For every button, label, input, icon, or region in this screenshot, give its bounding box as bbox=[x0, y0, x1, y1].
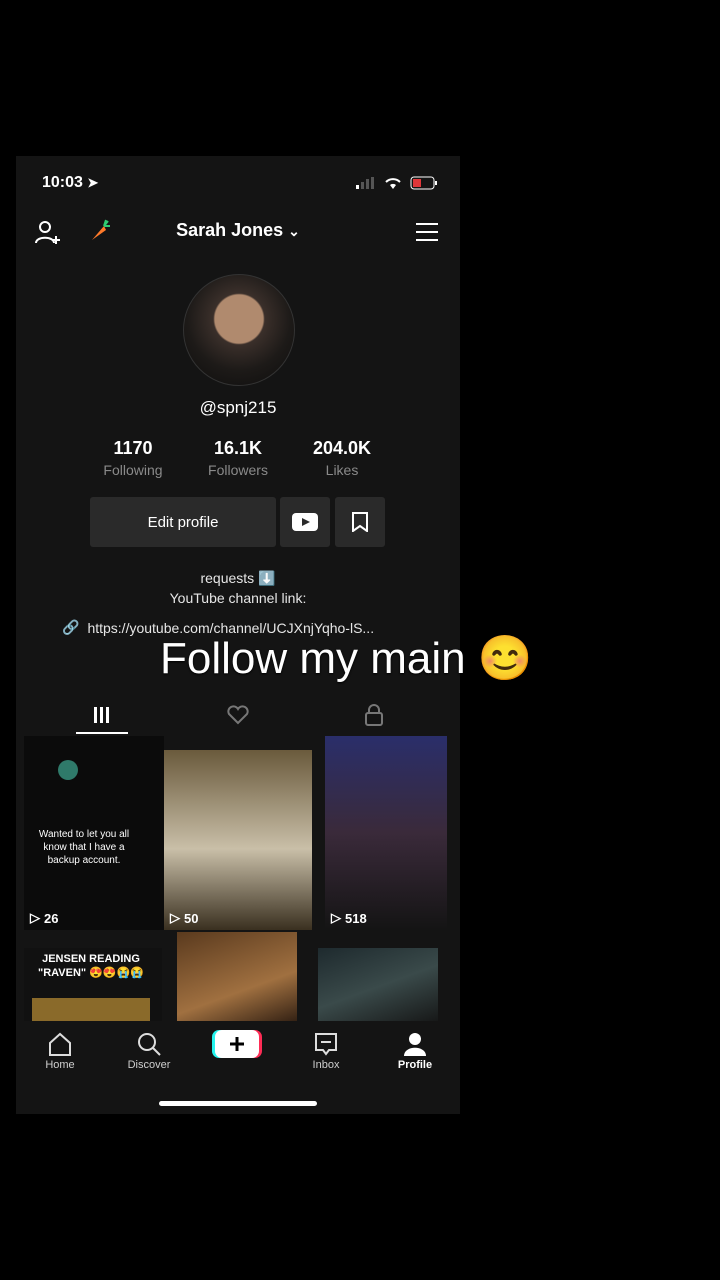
tab-liked[interactable] bbox=[164, 696, 312, 734]
grid-icon bbox=[94, 707, 109, 723]
stat-label: Following bbox=[103, 462, 163, 478]
bio-line-1: requests ⬇️ bbox=[200, 570, 276, 586]
thumb-avatar-image bbox=[58, 760, 78, 780]
profile-icon bbox=[404, 1033, 426, 1056]
profile-tabs bbox=[16, 696, 460, 734]
view-count-text: 518 bbox=[345, 910, 367, 926]
stat-value: 16.1K bbox=[213, 438, 263, 458]
stat-value: 1170 bbox=[113, 438, 153, 458]
nav-label: Home bbox=[45, 1059, 75, 1071]
stat-label: Likes bbox=[325, 462, 359, 478]
bookmark-icon bbox=[352, 512, 368, 532]
profile-handle: @spnj215 bbox=[199, 398, 277, 417]
edit-profile-button[interactable]: Edit profile bbox=[90, 497, 276, 547]
link-icon: 🔗 bbox=[62, 619, 80, 635]
lock-icon bbox=[365, 704, 383, 726]
home-icon bbox=[49, 1032, 71, 1056]
youtube-button[interactable] bbox=[280, 497, 330, 547]
chevron-down-icon: ⌄ bbox=[288, 223, 300, 239]
battery-icon bbox=[410, 176, 437, 190]
avatar[interactable] bbox=[183, 274, 295, 386]
nav-label: Discover bbox=[127, 1059, 171, 1071]
view-count: ▷ 518 bbox=[331, 910, 367, 926]
video-thumbnail[interactable]: JENSEN READING "RAVEN" 😍😍😭😭 bbox=[24, 948, 162, 1026]
nav-home[interactable]: Home bbox=[16, 1029, 104, 1071]
tab-videos[interactable] bbox=[28, 696, 176, 734]
video-caption: Wanted to let you all know that I have a… bbox=[38, 829, 130, 866]
nav-profile[interactable]: Profile bbox=[371, 1029, 459, 1071]
create-video-button[interactable] bbox=[193, 1029, 281, 1059]
play-icon: ▷ bbox=[170, 910, 180, 925]
stat-label: Followers bbox=[208, 462, 268, 478]
video-grid: Wanted to let you all know that I have a… bbox=[16, 736, 460, 1026]
status-icons bbox=[356, 176, 438, 190]
plus-icon bbox=[212, 1030, 262, 1058]
wifi-icon bbox=[385, 178, 401, 189]
video-thumbnail[interactable]: ▷ 50 bbox=[164, 750, 312, 930]
view-count: ▷ 26 bbox=[30, 910, 58, 926]
nav-inbox[interactable]: Inbox bbox=[282, 1029, 370, 1071]
location-arrow-icon: ➤ bbox=[87, 175, 99, 190]
tab-active-indicator bbox=[76, 732, 128, 734]
nav-label: Profile bbox=[397, 1059, 433, 1071]
favorites-button[interactable] bbox=[335, 497, 385, 547]
play-icon: ▷ bbox=[30, 910, 40, 925]
stat-following[interactable]: 1170 Following bbox=[83, 438, 183, 478]
stat-likes[interactable]: 204.0K Likes bbox=[292, 438, 392, 478]
nav-label: Inbox bbox=[312, 1059, 340, 1071]
heart-hidden-icon bbox=[227, 705, 249, 725]
profile-name-dropdown[interactable]: Sarah Jones ⌄ bbox=[16, 220, 460, 241]
youtube-icon bbox=[292, 513, 318, 531]
profile-name: Sarah Jones bbox=[176, 220, 284, 240]
status-time-text: 10:03 bbox=[42, 174, 83, 191]
view-count: ▷ 50 bbox=[170, 910, 198, 926]
stat-followers[interactable]: 16.1K Followers bbox=[188, 438, 288, 478]
video-thumbnail[interactable] bbox=[177, 932, 297, 1026]
video-thumbnail[interactable]: ▷ 518 bbox=[325, 736, 447, 930]
view-count-text: 50 bbox=[184, 910, 199, 926]
bio-line-2: YouTube channel link: bbox=[169, 590, 307, 606]
home-indicator bbox=[159, 1101, 317, 1106]
stat-value: 204.0K bbox=[312, 438, 372, 458]
tab-private[interactable] bbox=[300, 696, 448, 734]
video-thumbnail[interactable] bbox=[318, 948, 438, 1026]
search-icon bbox=[138, 1033, 161, 1056]
video-caption: JENSEN READING "RAVEN" 😍😍😭😭 bbox=[38, 953, 144, 979]
signal-icon bbox=[356, 177, 374, 189]
nav-discover[interactable]: Discover bbox=[105, 1029, 193, 1071]
bottom-nav: Home Discover Inbox Profile bbox=[16, 1021, 460, 1114]
play-icon: ▷ bbox=[331, 910, 341, 925]
status-time: 10:03 ➤ bbox=[42, 174, 98, 192]
view-count-text: 26 bbox=[44, 910, 59, 926]
overlay-caption: Follow my main 😊 bbox=[160, 634, 533, 683]
menu-icon[interactable] bbox=[416, 222, 440, 242]
video-thumbnail[interactable]: Wanted to let you all know that I have a… bbox=[24, 736, 164, 930]
inbox-icon bbox=[315, 1033, 337, 1056]
